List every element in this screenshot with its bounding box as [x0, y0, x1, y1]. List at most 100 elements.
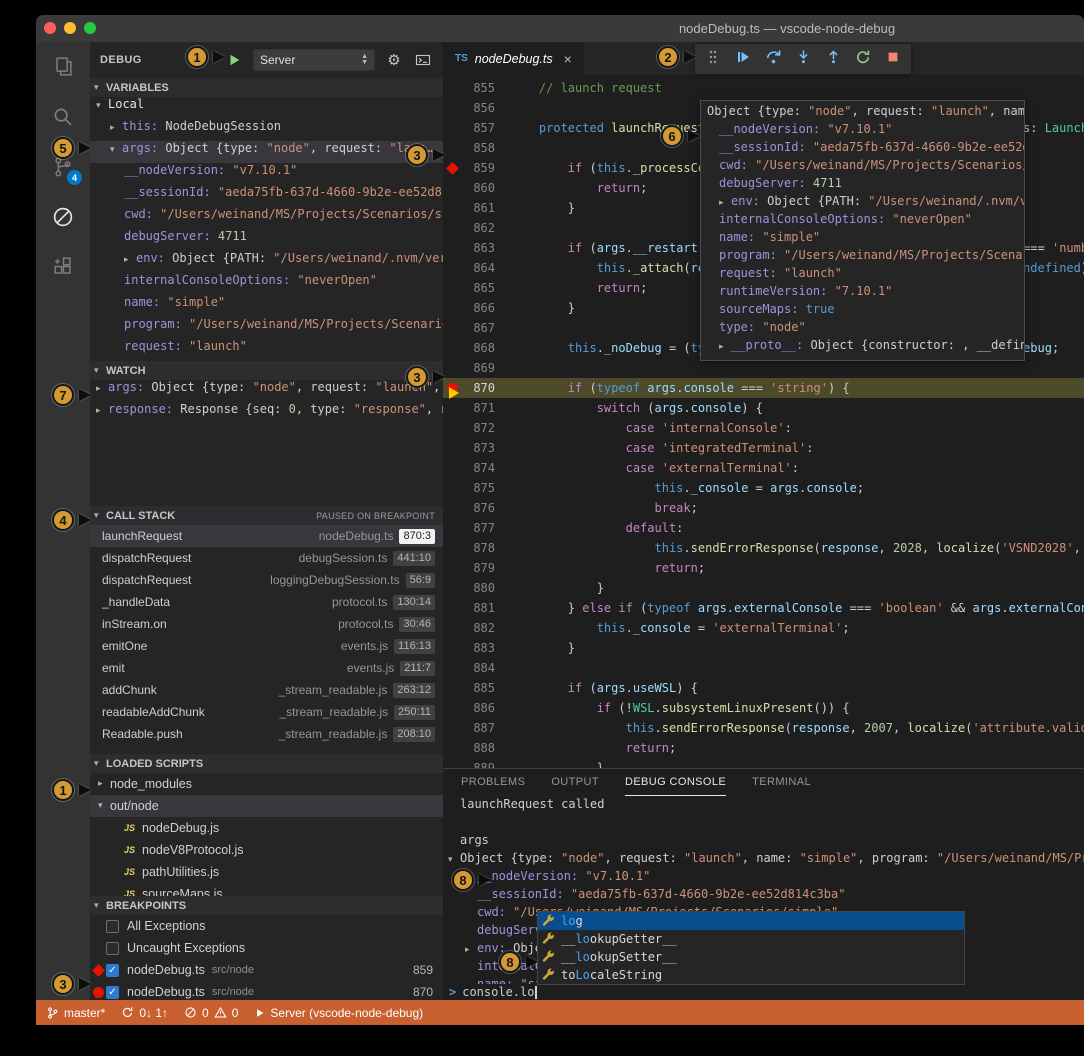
console-row[interactable]: ▾Object {type: "node", request: "launch"…	[443, 851, 1084, 869]
start-debug-button[interactable]	[224, 50, 244, 70]
chevron-down-icon[interactable]: ▾	[94, 366, 106, 376]
variable-row[interactable]: debugServer: 4711	[90, 229, 443, 251]
section-header-watch[interactable]: ▾WATCH	[90, 361, 443, 380]
code-line[interactable]: 876 break;	[443, 498, 1084, 518]
chevron-down-icon[interactable]: ▾	[98, 795, 110, 817]
git-branch-status[interactable]: master*	[46, 1006, 105, 1020]
console-row[interactable]: __sessionId: "aeda75fb-637d-4660-9b2e-ee…	[443, 887, 1084, 905]
close-tab-icon[interactable]: ×	[564, 51, 572, 67]
hover-variable-row[interactable]: name: "simple"	[707, 230, 1024, 248]
code-line[interactable]: 869	[443, 358, 1084, 378]
section-header-loaded-scripts[interactable]: ▾LOADED SCRIPTS	[90, 754, 443, 773]
step-out-button[interactable]	[821, 47, 845, 71]
zoom-window-button[interactable]	[84, 22, 96, 34]
activity-item-debug[interactable]	[36, 192, 90, 242]
panel-tab-terminal[interactable]: TERMINAL	[752, 770, 811, 795]
stack-frame-row[interactable]: readableAddChunk_stream_readable.js250:1…	[90, 701, 443, 723]
console-row[interactable]: args	[443, 833, 1084, 851]
stack-frame-row[interactable]: dispatchRequestloggingDebugSession.ts56:…	[90, 569, 443, 591]
code-line[interactable]: 883 }	[443, 638, 1084, 658]
debug-target-status[interactable]: Server (vscode-node-debug)	[254, 1006, 423, 1020]
hover-variable-row[interactable]: sourceMaps: true	[707, 302, 1024, 320]
loaded-script-row[interactable]: JSnodeDebug.js	[90, 817, 443, 839]
code-line[interactable]: 875 this._console = args.console;	[443, 478, 1084, 498]
variable-row[interactable]: ▸env: Object {PATH: "/Users/weinand/.nvm…	[90, 251, 443, 273]
activity-item-explorer[interactable]	[36, 42, 90, 92]
breakpoint-row[interactable]: ✓nodeDebug.tssrc/node859	[90, 959, 443, 981]
close-window-button[interactable]	[44, 22, 56, 34]
restart-button[interactable]	[851, 47, 875, 71]
stack-frame-row[interactable]: launchRequestnodeDebug.ts870:3	[90, 525, 443, 547]
code-line[interactable]: 873 case 'integratedTerminal':	[443, 438, 1084, 458]
chevron-down-icon[interactable]: ▾	[96, 101, 108, 111]
console-input-row[interactable]: > console.lo	[443, 984, 1084, 1000]
suggest-item[interactable]: log	[538, 912, 964, 930]
current-breakpoint-icon[interactable]	[443, 383, 461, 394]
hover-variable-row[interactable]: program: "/Users/weinand/MS/Projects/Sce…	[707, 248, 1024, 266]
hover-variable-row[interactable]: __nodeVersion: "v7.10.1"	[707, 122, 1024, 140]
code-line[interactable]: 889 }	[443, 758, 1084, 768]
variable-row[interactable]: request: "launch"	[90, 339, 443, 361]
stack-frame-row[interactable]: dispatchRequestdebugSession.ts441:10	[90, 547, 443, 569]
stack-frame-row[interactable]: Readable.push_stream_readable.js208:10	[90, 723, 443, 745]
variable-row[interactable]: __nodeVersion: "v7.10.1"	[90, 163, 443, 185]
code-line[interactable]: 887 this.sendErrorResponse(response, 200…	[443, 718, 1084, 738]
section-header-variables[interactable]: ▾VARIABLES	[90, 78, 443, 97]
loaded-script-row[interactable]: ▸node_modules	[90, 773, 443, 795]
variable-row[interactable]: ▾Local	[90, 97, 443, 119]
variable-row[interactable]: __sessionId: "aeda75fb-637d-4660-9b2e-ee…	[90, 185, 443, 207]
chevron-right-icon[interactable]: ▸	[719, 198, 731, 208]
panel-tab-output[interactable]: OUTPUT	[551, 770, 599, 795]
hover-variable-row[interactable]: request: "launch"	[707, 266, 1024, 284]
panel-tab-debug-console[interactable]: DEBUG CONSOLE	[625, 770, 726, 796]
code-line[interactable]: 855 // launch request	[443, 78, 1084, 98]
console-row[interactable]: launchRequest called	[443, 797, 1084, 815]
breakpoint-row[interactable]: ✓nodeDebug.tssrc/node870	[90, 981, 443, 1000]
variable-row[interactable]: ▾args: Object {type: "node", request: "l…	[90, 141, 443, 163]
code-line[interactable]: 880 }	[443, 578, 1084, 598]
code-line[interactable]: 888 return;	[443, 738, 1084, 758]
suggest-item[interactable]: toLocaleString	[538, 966, 964, 984]
hover-variable-row[interactable]: internalConsoleOptions: "neverOpen"	[707, 212, 1024, 230]
section-header-breakpoints[interactable]: ▾BREAKPOINTS	[90, 896, 443, 915]
chevron-down-icon[interactable]: ▾	[94, 759, 106, 769]
step-over-button[interactable]	[761, 47, 785, 71]
breakpoint-checkbox[interactable]	[106, 942, 119, 955]
stack-frame-row[interactable]: inStream.onprotocol.ts30:46	[90, 613, 443, 635]
launch-config-select[interactable]: Server ▲▼	[253, 49, 375, 71]
variable-row[interactable]: internalConsoleOptions: "neverOpen"	[90, 273, 443, 295]
breakpoint-checkbox[interactable]: ✓	[106, 964, 119, 977]
chevron-down-icon[interactable]: ▾	[94, 511, 106, 521]
activity-item-search[interactable]	[36, 92, 90, 142]
hover-variable-row[interactable]: type: "node"	[707, 320, 1024, 338]
debug-console-toggle-icon[interactable]	[413, 50, 433, 70]
console-row[interactable]	[443, 815, 1084, 833]
continue-button[interactable]	[731, 47, 755, 71]
stack-frame-row[interactable]: _handleDataprotocol.ts130:14	[90, 591, 443, 613]
panel-tab-problems[interactable]: PROBLEMS	[461, 770, 525, 795]
loaded-script-row[interactable]: JSnodeV8Protocol.js	[90, 839, 443, 861]
chevron-down-icon[interactable]: ▾	[94, 901, 106, 911]
chevron-right-icon[interactable]: ▸	[110, 123, 122, 133]
chevron-right-icon[interactable]: ▸	[96, 384, 108, 394]
hover-variable-row[interactable]: ▸env: Object {PATH: "/Users/weinand/.nvm…	[707, 194, 1024, 212]
stack-frame-row[interactable]: emitOneevents.js116:13	[90, 635, 443, 657]
section-header-call-stack[interactable]: ▾CALL STACKPAUSED ON BREAKPOINT	[90, 506, 443, 525]
code-line[interactable]: 881 } else if (typeof args.externalConso…	[443, 598, 1084, 618]
variable-row[interactable]: name: "simple"	[90, 295, 443, 317]
hover-variable-row[interactable]: runtimeVersion: "7.10.1"	[707, 284, 1024, 302]
chevron-right-icon[interactable]: ▸	[98, 773, 110, 795]
breakpoint-row[interactable]: Uncaught Exceptions	[90, 937, 443, 959]
code-line[interactable]: 884	[443, 658, 1084, 678]
minimize-window-button[interactable]	[64, 22, 76, 34]
configure-gear-icon[interactable]: ⚙	[384, 50, 404, 70]
chevron-down-icon[interactable]: ▾	[448, 855, 460, 865]
code-line[interactable]: 882 this._console = 'externalTerminal';	[443, 618, 1084, 638]
chevron-down-icon[interactable]: ▾	[94, 83, 106, 93]
activity-item-extensions[interactable]	[36, 242, 90, 292]
code-line[interactable]: 872 case 'internalConsole':	[443, 418, 1084, 438]
hover-variable-row[interactable]: ▸__proto__: Object {constructor: , __def…	[707, 338, 1024, 356]
watch-row[interactable]: ▸args: Object {type: "node", request: "l…	[90, 380, 443, 402]
loaded-script-row[interactable]: JSpathUtilities.js	[90, 861, 443, 883]
chevron-down-icon[interactable]: ▾	[110, 145, 122, 155]
